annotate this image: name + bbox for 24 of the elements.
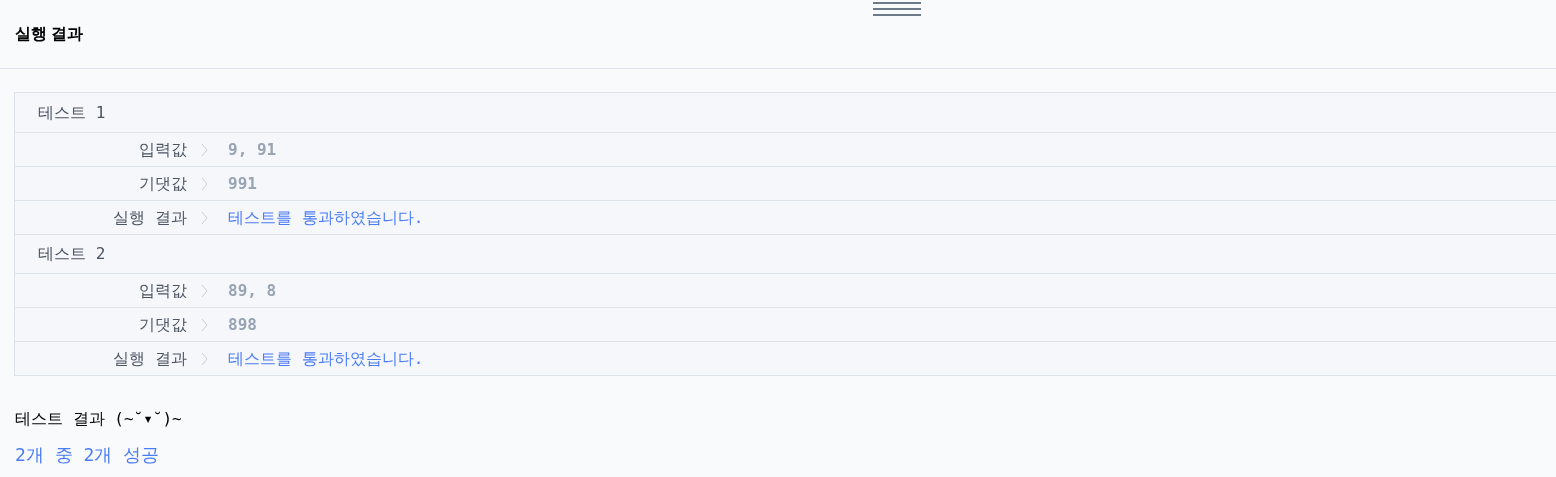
- result-message: 테스트를 통과하였습니다.: [228, 347, 424, 370]
- chevron-icon: [201, 142, 208, 157]
- result-message: 테스트를 통과하였습니다.: [228, 206, 424, 229]
- row-value: 898: [228, 313, 257, 336]
- summary-result: 2개 중 2개 성공: [15, 443, 160, 467]
- row-value: 991: [228, 172, 257, 195]
- row-value: 89, 8: [228, 279, 277, 302]
- row-value: 9, 91: [228, 138, 277, 161]
- chevron-icon: [201, 317, 208, 332]
- row-label: 입력값: [139, 279, 187, 302]
- drag-handle-icon[interactable]: [873, 2, 921, 16]
- panel-title: 실행 결과: [15, 24, 84, 44]
- row-label: 실행 결과: [113, 347, 187, 370]
- chevron-icon: [201, 351, 208, 366]
- row-label: 실행 결과: [113, 206, 187, 229]
- chevron-icon: [201, 176, 208, 191]
- test-title: 테스트 2: [38, 243, 106, 265]
- summary-heading: 테스트 결과 (~˘▾˘)~: [15, 408, 182, 430]
- chevron-icon: [201, 210, 208, 225]
- row-label: 입력값: [139, 138, 187, 161]
- row-label: 기댓값: [139, 313, 187, 336]
- chevron-icon: [201, 283, 208, 298]
- row-label: 기댓값: [139, 172, 187, 195]
- test-title: 테스트 1: [38, 101, 106, 124]
